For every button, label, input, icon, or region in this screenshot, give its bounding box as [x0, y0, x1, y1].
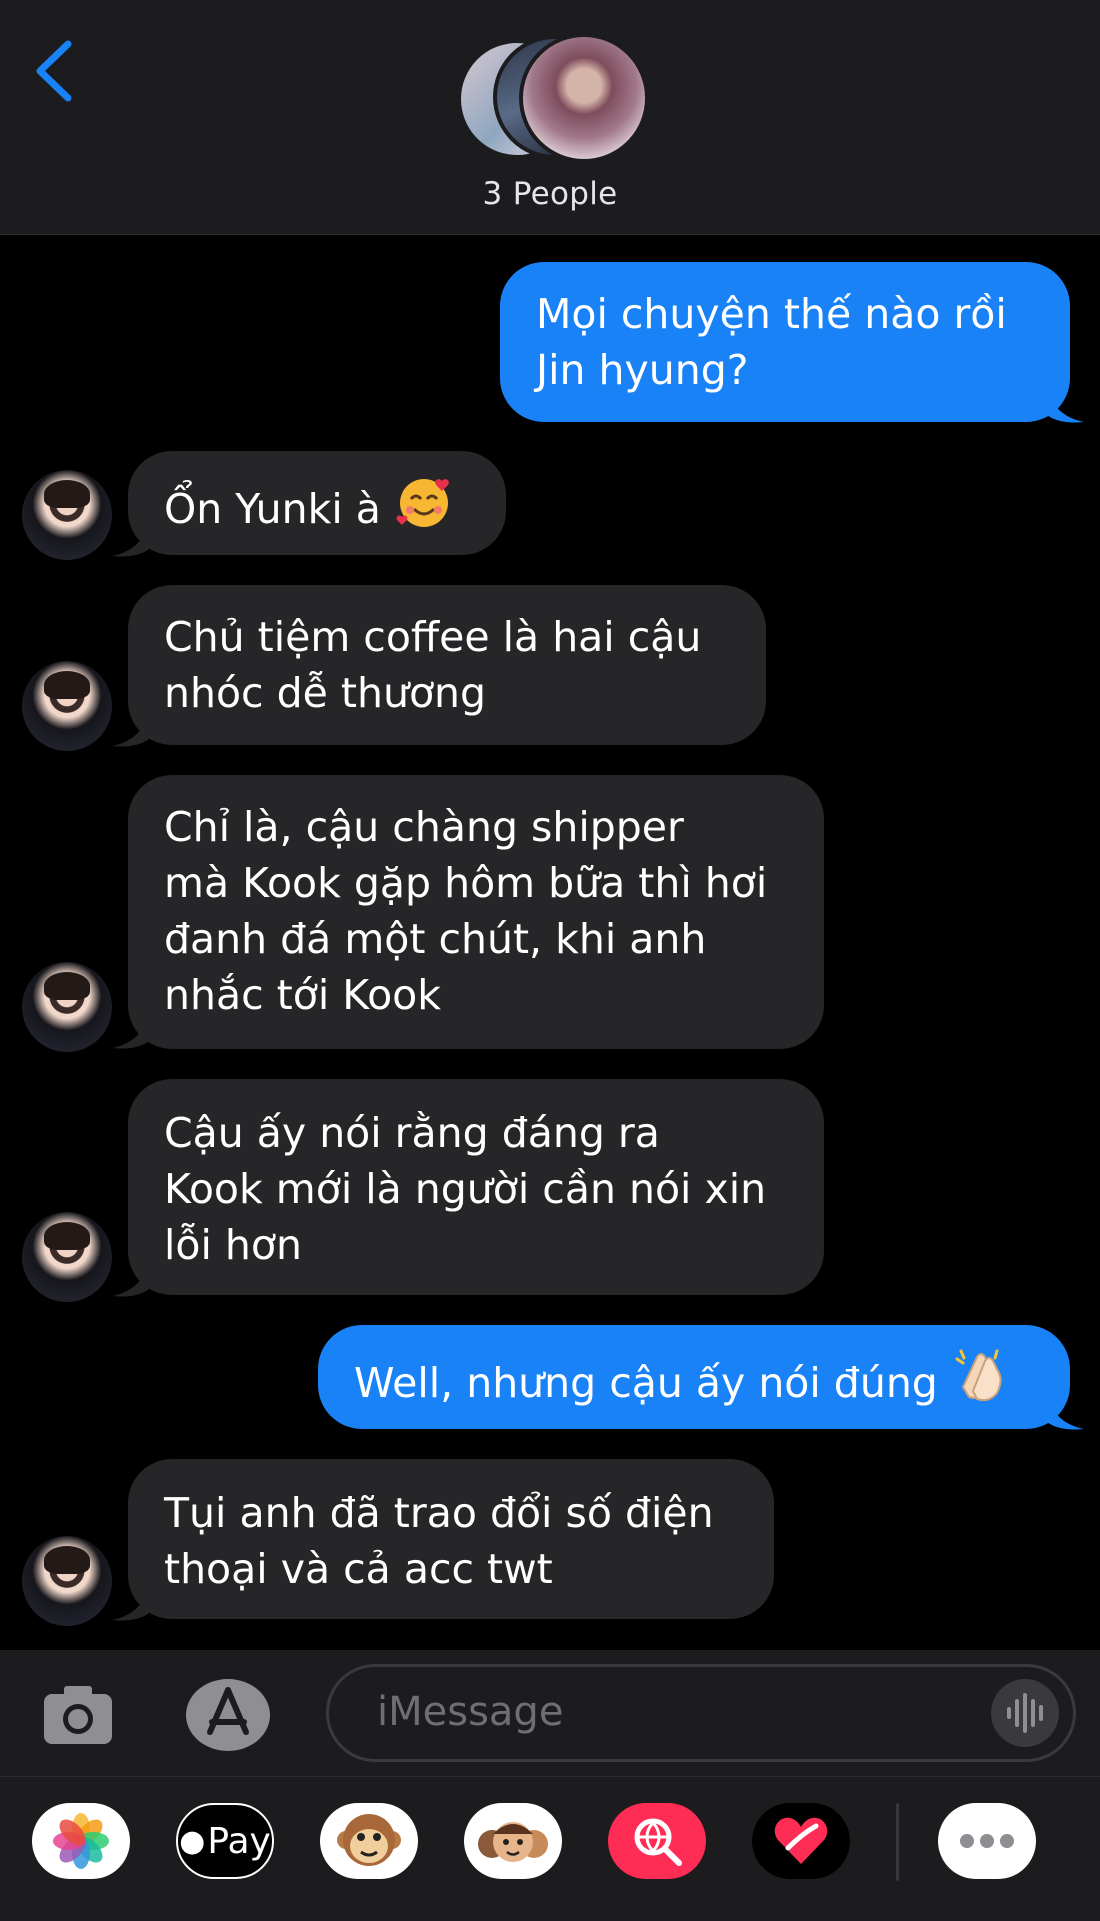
contact-avatar[interactable]	[22, 1212, 112, 1302]
app-strip-divider	[896, 1803, 899, 1881]
message-line: Tụi anh đã trao đổi số điện	[164, 1489, 714, 1537]
monkey-animoji-icon	[337, 1814, 401, 1866]
contact-avatar[interactable]	[22, 470, 112, 560]
bubble-tail	[112, 1010, 150, 1049]
message-input-placeholder: iMessage	[377, 1689, 564, 1735]
clapping-hands-icon	[951, 1347, 1011, 1417]
incoming-message[interactable]: Cậu ấy nói rằng đáng ra Kook mới là ngườ…	[128, 1079, 824, 1295]
incoming-message[interactable]: Ổn Yunki à	[128, 451, 506, 555]
bubble-tail	[1046, 1391, 1084, 1430]
compose-bar: iMessage	[0, 1650, 1100, 1776]
app-store-icon	[186, 1679, 270, 1751]
chevron-left-icon	[36, 40, 72, 102]
contact-avatar[interactable]	[22, 661, 112, 751]
contact-avatar[interactable]	[22, 962, 112, 1052]
photos-icon	[53, 1813, 109, 1869]
waveform-icon	[1007, 1693, 1043, 1733]
back-button[interactable]	[28, 36, 88, 106]
memoji-button[interactable]	[464, 1803, 562, 1879]
smiling-face-with-hearts-icon	[394, 473, 454, 543]
camera-icon	[44, 1686, 112, 1744]
message-input[interactable]: iMessage	[326, 1664, 1076, 1762]
memoji-icon	[478, 1822, 548, 1862]
incoming-message[interactable]: Tụi anh đã trao đổi số điện thoại và cả …	[128, 1459, 774, 1619]
conversation-header: 3 People	[0, 0, 1100, 235]
more-icon	[960, 1834, 1014, 1848]
bubble-tail	[112, 1582, 150, 1621]
group-avatar-stack[interactable]	[457, 33, 649, 163]
bubble-tail	[112, 708, 150, 747]
message-line: Well, nhưng cậu ấy nói đúng	[354, 1359, 938, 1407]
digital-touch-icon	[774, 1817, 828, 1864]
imessage-app-strip: ● Pay	[0, 1776, 1100, 1921]
contact-avatar[interactable]	[22, 1536, 112, 1626]
message-line: mà Kook gặp hôm bữa thì hơi	[164, 859, 768, 907]
message-line: thoại và cả acc twt	[164, 1545, 553, 1593]
participant-avatar	[519, 33, 649, 163]
message-line: lỗi hơn	[164, 1221, 302, 1269]
message-line: nhắc tới Kook	[164, 971, 442, 1019]
audio-message-button[interactable]	[991, 1679, 1059, 1747]
outgoing-message[interactable]: Mọi chuyện thế nào rồi Jin hyung?	[500, 262, 1070, 422]
message-line: Cậu ấy nói rằng đáng ra	[164, 1109, 660, 1157]
message-line: đanh đá một chút, khi anh	[164, 915, 707, 963]
message-line: Kook mới là người cần nói xin	[164, 1165, 767, 1213]
apple-pay-button[interactable]: ● Pay	[176, 1803, 274, 1879]
photos-app-button[interactable]	[32, 1803, 130, 1879]
apple-pay-icon: ●	[179, 1823, 206, 1859]
apple-pay-label: Pay	[207, 1820, 271, 1862]
bubble-tail	[112, 1258, 150, 1297]
digital-touch-button[interactable]	[752, 1803, 850, 1879]
bubble-tail	[112, 518, 150, 557]
more-apps-button[interactable]	[938, 1803, 1036, 1879]
app-store-button[interactable]	[182, 1676, 274, 1754]
message-line: nhóc dễ thương	[164, 669, 487, 717]
participants-count[interactable]: 3 People	[0, 176, 1100, 212]
message-line: Ổn Yunki à	[164, 485, 381, 533]
bubble-tail	[1046, 384, 1084, 423]
camera-button[interactable]	[40, 1676, 116, 1752]
image-search-button[interactable]	[608, 1803, 706, 1879]
incoming-message[interactable]: Chỉ là, cậu chàng shipper mà Kook gặp hô…	[128, 775, 824, 1049]
message-line: Jin hyung?	[536, 346, 749, 394]
outgoing-message[interactable]: Well, nhưng cậu ấy nói đúng	[318, 1325, 1070, 1429]
image-search-icon	[634, 1818, 682, 1866]
animoji-button[interactable]	[320, 1803, 418, 1879]
message-line: Chỉ là, cậu chàng shipper	[164, 803, 684, 851]
message-line: Mọi chuyện thế nào rồi	[536, 290, 1007, 338]
incoming-message[interactable]: Chủ tiệm coffee là hai cậu nhóc dễ thươn…	[128, 585, 766, 745]
message-line: Chủ tiệm coffee là hai cậu	[164, 613, 702, 661]
